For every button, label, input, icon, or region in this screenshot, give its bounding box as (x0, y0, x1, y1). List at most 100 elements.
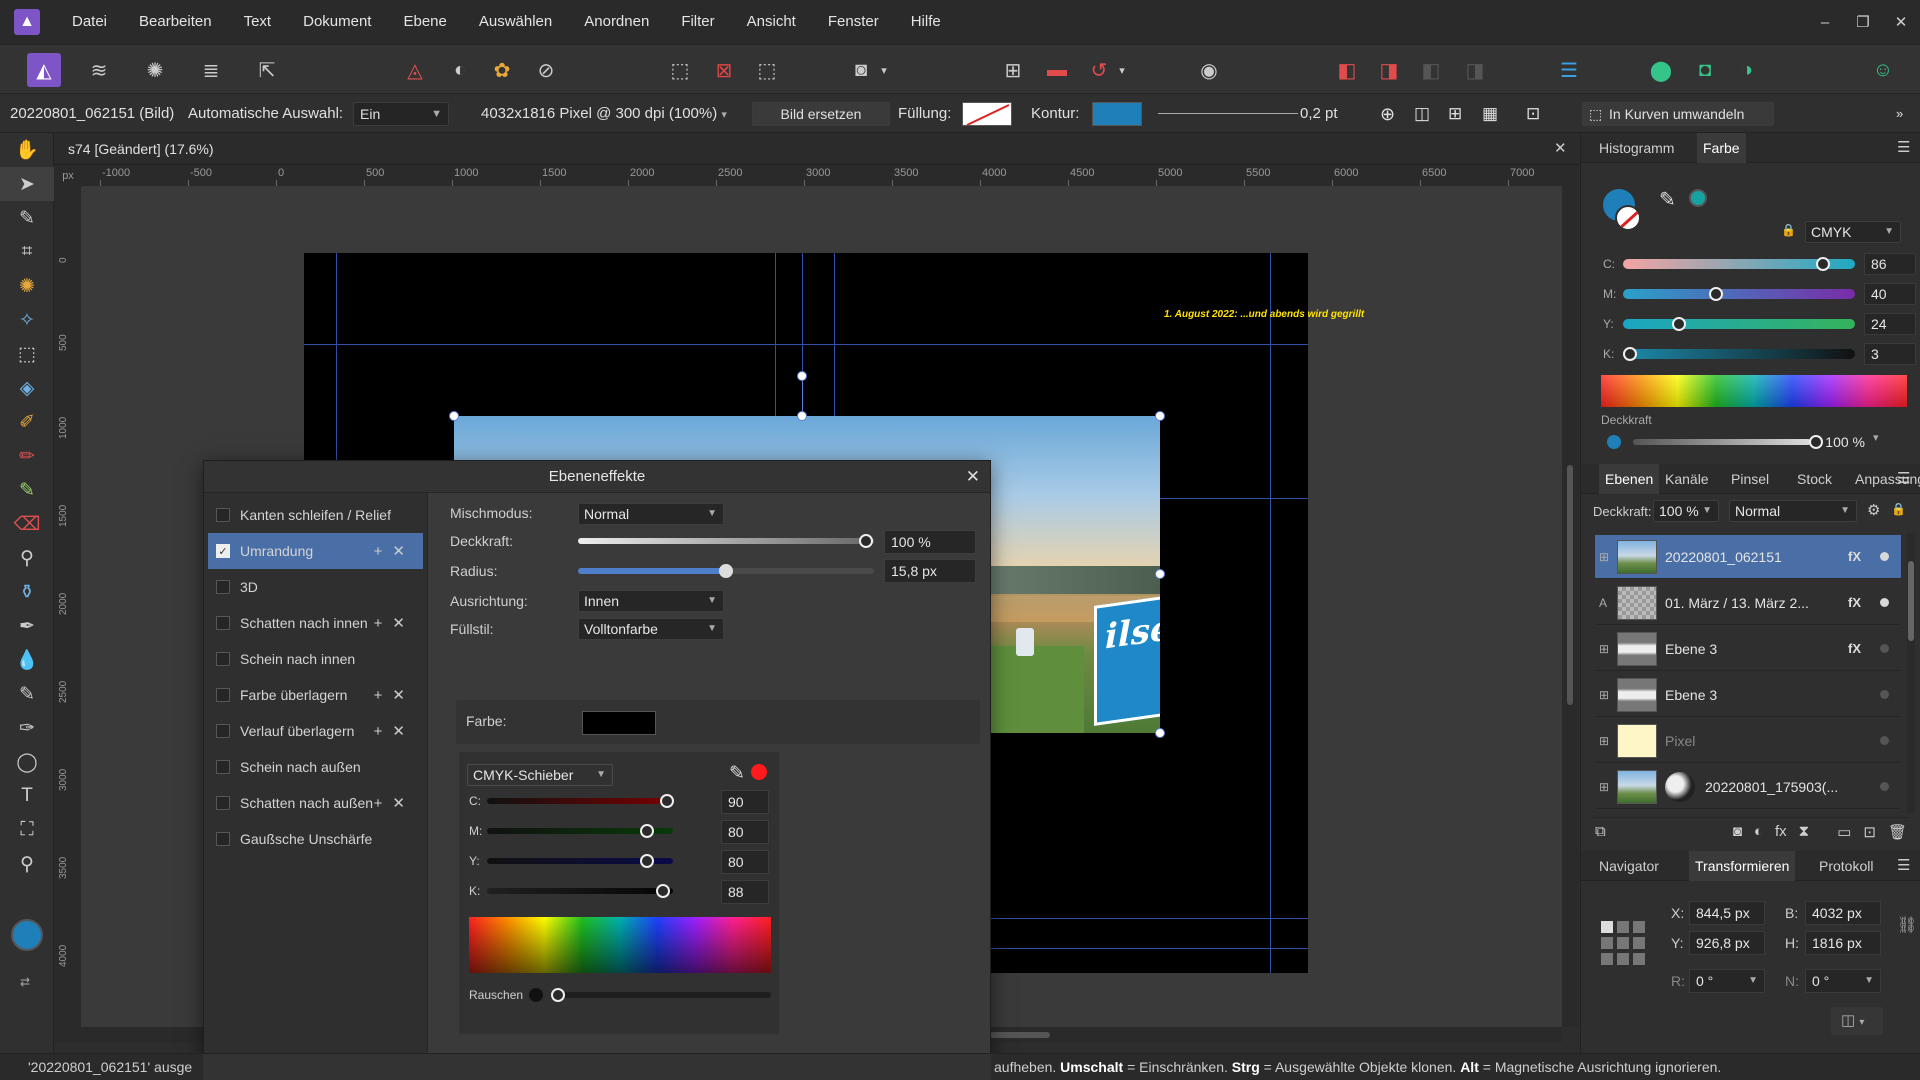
color-slider[interactable] (1623, 319, 1855, 329)
invert-selection-icon[interactable]: ⬚ (750, 53, 784, 87)
primary-color-swatch[interactable] (11, 919, 43, 951)
effect-item[interactable]: Kanten schleifen / Relief (208, 497, 423, 533)
color-slider-value[interactable]: 86 (1864, 253, 1916, 275)
panel-menu-icon[interactable]: ☰ (1897, 464, 1910, 494)
auto-white-balance-icon[interactable]: ⊘ (529, 53, 563, 87)
color-slider-value[interactable]: 40 (1864, 283, 1916, 305)
color-opacity-value[interactable]: 100 % (1815, 431, 1865, 453)
smudge-tool-icon[interactable]: ✎ (0, 677, 54, 711)
transform-options-button[interactable]: ◫ ▾ (1831, 1007, 1883, 1035)
menu-item-2[interactable]: Text (228, 0, 288, 44)
picker-mode-dropdown[interactable]: CMYK-Schieber ▼ (467, 764, 613, 786)
cmyk-value[interactable]: 90 (721, 790, 769, 814)
opacity-slider[interactable] (578, 538, 874, 544)
tab-farbe[interactable]: Farbe (1697, 133, 1746, 163)
color-slider-knob[interactable] (1622, 347, 1637, 361)
cmyk-slider-knob[interactable] (640, 854, 654, 868)
effect-checkbox[interactable] (216, 580, 230, 594)
select-all-icon[interactable]: ⬚ (663, 53, 697, 87)
cmyk-value[interactable]: 80 (721, 820, 769, 844)
y-field[interactable]: 926,8 px (1689, 931, 1765, 955)
resize-handle-top[interactable] (797, 411, 807, 421)
add-icon[interactable]: + (374, 687, 393, 704)
cmyk-slider[interactable] (487, 798, 673, 804)
text-tool-icon[interactable]: T (0, 779, 54, 813)
color-slider[interactable] (1623, 289, 1855, 299)
menu-item-8[interactable]: Ansicht (731, 0, 812, 44)
fx-icon[interactable]: fx (1775, 823, 1787, 840)
layer-opacity-dropdown[interactable]: 100 % ▼ (1653, 500, 1719, 522)
menu-item-5[interactable]: Auswählen (463, 0, 568, 44)
layer-row[interactable]: ⊞ 20220801_062151 fX (1595, 535, 1901, 579)
effect-checkbox[interactable] (216, 688, 230, 702)
color-replacement-tool-icon[interactable]: ✎ (0, 473, 54, 507)
blemish-tool-icon[interactable]: ✒ (0, 609, 54, 643)
deselect-icon[interactable]: ⊠ (707, 53, 741, 87)
add-icon[interactable]: + (374, 723, 393, 740)
effect-item[interactable]: Gaußsche Unschärfe (208, 821, 423, 857)
layers-scrollbar[interactable] (1907, 533, 1915, 813)
effect-color-swatch[interactable] (582, 711, 656, 735)
develop-persona-icon[interactable]: ✺ (138, 53, 172, 87)
arrange-back-icon[interactable]: ◨ (1372, 53, 1406, 87)
picked-color-swatch[interactable] (1689, 189, 1707, 207)
assistant-icon[interactable]: ▬ (1040, 53, 1074, 87)
boolean-add-icon[interactable]: ⬤ (1644, 53, 1678, 87)
effect-checkbox[interactable] (216, 796, 230, 810)
shear-field[interactable]: 0 ° ▼ (1805, 969, 1881, 993)
boolean-intersect-icon[interactable]: ◑ (1730, 53, 1764, 87)
menu-item-9[interactable]: Fenster (812, 0, 895, 44)
panel-menu-icon[interactable]: ☰ (1897, 133, 1910, 163)
tab-protokoll[interactable]: Protokoll (1819, 851, 1873, 881)
add-group-icon[interactable]: ▭ (1837, 823, 1851, 841)
auto-contrast-icon[interactable]: ◐ (443, 53, 477, 87)
layer-settings-gear-icon[interactable]: ⚙ (1867, 501, 1880, 519)
swap-colors-icon[interactable]: ⇄ (20, 975, 30, 989)
tab-pinsel[interactable]: Pinsel (1731, 464, 1769, 494)
flip-icon[interactable]: ⊡ (1526, 95, 1540, 133)
effect-item[interactable]: ✓ Umrandung +✕ (208, 533, 423, 569)
effect-checkbox[interactable] (216, 616, 230, 630)
layers-scroll-thumb[interactable] (1908, 561, 1914, 641)
chevron-down-icon[interactable]: ▾ (1873, 431, 1879, 444)
cmyk-value[interactable]: 88 (721, 880, 769, 904)
effect-item[interactable]: Schatten nach außen +✕ (208, 785, 423, 821)
fill-style-dropdown[interactable]: Volltonfarbe ▼ (578, 618, 724, 640)
canvas-hscroll-thumb[interactable] (990, 1032, 1050, 1038)
layer-row[interactable]: ⊞ Ebene 3 fX (1595, 627, 1901, 671)
snapping-icon[interactable]: ⊞ (996, 53, 1030, 87)
image-info-dropdown[interactable]: 4032x1816 Pixel @ 300 dpi (100%) ▾ (481, 95, 727, 134)
blur-tool-icon[interactable]: 💧 (0, 643, 54, 677)
resize-handle-tl[interactable] (449, 411, 459, 421)
fx-icon[interactable]: fX (1848, 595, 1870, 610)
mesh-warp-tool-icon[interactable]: ⛶ (0, 813, 54, 847)
color-slider[interactable] (1623, 349, 1855, 359)
fill-swatch[interactable] (962, 102, 1012, 126)
visibility-icon[interactable] (1880, 736, 1889, 745)
resize-handle-right[interactable] (1155, 569, 1165, 579)
effect-checkbox[interactable] (216, 760, 230, 774)
link-icon[interactable]: ⛓ (1897, 915, 1917, 935)
color-eyedropper-icon[interactable]: ✎ (1659, 187, 1676, 212)
color-slider-value[interactable]: 3 (1864, 343, 1916, 365)
eraser-tool-icon[interactable]: ⌫ (0, 507, 54, 541)
auto-color-icon[interactable]: ✿ (485, 53, 519, 87)
remove-icon[interactable]: ✕ (392, 687, 415, 704)
rotation-field[interactable]: 0 ° ▼ (1689, 969, 1765, 993)
effect-item[interactable]: Schein nach innen (208, 641, 423, 677)
levels-icon[interactable]: ◬ (398, 53, 432, 87)
ellipse-tool-icon[interactable]: ◯ (0, 745, 54, 779)
layer-blend-dropdown[interactable]: Normal ▼ (1729, 500, 1857, 522)
align-grid-icon[interactable]: ⊞ (1448, 95, 1462, 133)
menu-item-4[interactable]: Ebene (387, 0, 462, 44)
distribute-icon[interactable]: ▦ (1482, 95, 1498, 133)
color-mode-dropdown[interactable]: CMYK ▼ (1805, 221, 1901, 243)
cmyk-value[interactable]: 80 (721, 850, 769, 874)
align-icon[interactable]: ☰ (1552, 53, 1586, 87)
close-icon[interactable]: ✕ (966, 461, 980, 493)
visibility-icon[interactable] (1880, 782, 1889, 791)
cmyk-slider-knob[interactable] (656, 884, 670, 898)
layer-row[interactable]: ⊞ Pixel (1595, 719, 1901, 763)
radius-value[interactable]: 15,8 px (884, 559, 976, 583)
rotate-handle[interactable] (797, 371, 807, 381)
